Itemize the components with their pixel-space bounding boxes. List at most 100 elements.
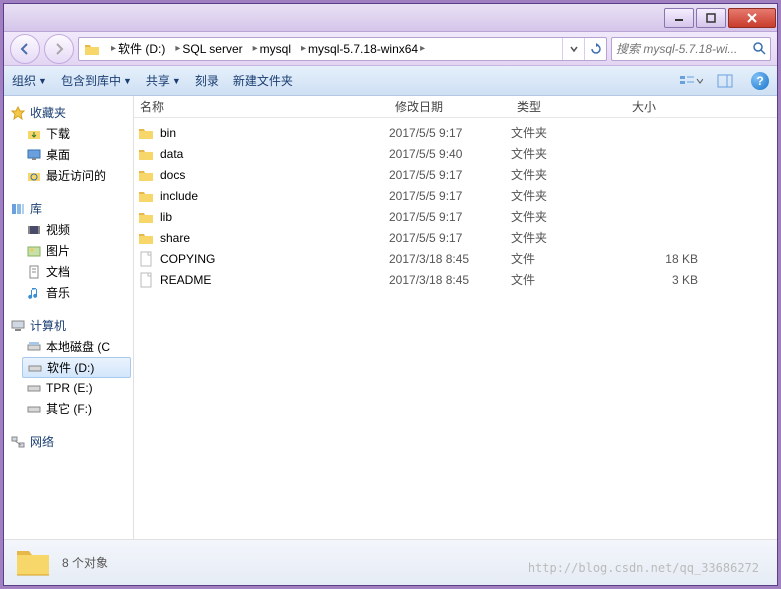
file-row[interactable]: bin2017/5/5 9:17文件夹 (134, 122, 777, 143)
address-bar-row: ▸软件 (D:) ▸SQL server ▸mysql ▸mysql-5.7.1… (4, 32, 777, 66)
file-date: 2017/5/5 9:40 (389, 147, 511, 161)
sidebar-item-documents[interactable]: 文档 (4, 261, 133, 282)
help-button[interactable]: ? (751, 72, 769, 90)
file-name: share (160, 231, 389, 245)
sidebar-item-music[interactable]: 音乐 (4, 282, 133, 303)
crumb-label: mysql (260, 42, 291, 56)
file-name: bin (160, 126, 389, 140)
column-header-size[interactable]: 大小 (626, 98, 716, 115)
file-type: 文件夹 (511, 187, 626, 204)
view-options-button[interactable] (679, 70, 703, 92)
search-box[interactable] (611, 37, 771, 61)
sidebar-item-videos[interactable]: 视频 (4, 219, 133, 240)
sidebar-item-recent[interactable]: 最近访问的 (4, 165, 133, 186)
maximize-button[interactable] (696, 8, 726, 28)
close-button[interactable] (728, 8, 776, 28)
file-date: 2017/3/18 8:45 (389, 252, 511, 266)
file-type: 文件夹 (511, 208, 626, 225)
drive-icon (26, 339, 42, 355)
share-button[interactable]: 共享 ▼ (146, 72, 181, 89)
recent-icon (26, 168, 42, 184)
file-type: 文件 (511, 250, 626, 267)
network-header[interactable]: 网络 (4, 431, 133, 452)
folder-icon (14, 545, 52, 581)
organize-button[interactable]: 组织 ▼ (12, 72, 47, 89)
pictures-icon (26, 243, 42, 259)
nav-forward-button[interactable] (44, 34, 74, 64)
sidebar-item-downloads[interactable]: 下载 (4, 123, 133, 144)
column-header-type[interactable]: 类型 (511, 98, 626, 115)
file-name: data (160, 147, 389, 161)
drive-icon (27, 360, 43, 376)
libraries-icon (10, 201, 26, 217)
file-list[interactable]: bin2017/5/5 9:17文件夹data2017/5/5 9:40文件夹d… (134, 118, 777, 539)
drive-icon (26, 401, 42, 417)
file-type: 文件夹 (511, 166, 626, 183)
status-text: 8 个对象 (62, 554, 108, 571)
file-row[interactable]: COPYING2017/3/18 8:45文件18 KB (134, 248, 777, 269)
sidebar-item-drive-c[interactable]: 本地磁盘 (C (4, 336, 133, 357)
file-name: docs (160, 168, 389, 182)
downloads-icon (26, 126, 42, 142)
file-type: 文件夹 (511, 124, 626, 141)
breadcrumb[interactable]: ▸SQL server (169, 38, 246, 60)
include-in-library-button[interactable]: 包含到库中 ▼ (61, 72, 132, 89)
status-bar: 8 个对象 (4, 539, 777, 585)
file-list-area: 名称 修改日期 类型 大小 bin2017/5/5 9:17文件夹data201… (134, 96, 777, 539)
folder-icon (138, 209, 154, 225)
breadcrumb[interactable]: ▸软件 (D:) (105, 38, 169, 60)
sidebar-item-drive-e[interactable]: TPR (E:) (4, 378, 133, 398)
star-icon (10, 105, 26, 121)
breadcrumb[interactable]: ▸mysql-5.7.18-winx64▸ (295, 38, 431, 60)
sidebar-item-drive-f[interactable]: 其它 (F:) (4, 398, 133, 419)
file-row[interactable]: include2017/5/5 9:17文件夹 (134, 185, 777, 206)
search-icon (752, 41, 766, 57)
new-folder-button[interactable]: 新建文件夹 (233, 72, 293, 89)
explorer-window: ▸软件 (D:) ▸SQL server ▸mysql ▸mysql-5.7.1… (3, 3, 778, 586)
address-bar[interactable]: ▸软件 (D:) ▸SQL server ▸mysql ▸mysql-5.7.1… (78, 37, 607, 61)
network-icon (10, 434, 26, 450)
file-size: 18 KB (626, 252, 716, 266)
file-row[interactable]: lib2017/5/5 9:17文件夹 (134, 206, 777, 227)
address-dropdown-button[interactable] (562, 38, 584, 60)
column-header-name[interactable]: 名称 (134, 98, 389, 115)
file-name: README (160, 273, 389, 287)
file-type: 文件夹 (511, 229, 626, 246)
preview-pane-button[interactable] (713, 70, 737, 92)
file-name: COPYING (160, 252, 389, 266)
libraries-header[interactable]: 库 (4, 198, 133, 219)
file-type: 文件 (511, 271, 626, 288)
file-row[interactable]: README2017/3/18 8:45文件3 KB (134, 269, 777, 290)
file-row[interactable]: docs2017/5/5 9:17文件夹 (134, 164, 777, 185)
titlebar (4, 4, 777, 32)
file-row[interactable]: data2017/5/5 9:40文件夹 (134, 143, 777, 164)
chevron-down-icon: ▼ (38, 76, 47, 86)
minimize-button[interactable] (664, 8, 694, 28)
file-date: 2017/5/5 9:17 (389, 210, 511, 224)
chevron-down-icon: ▼ (172, 76, 181, 86)
file-size: 3 KB (626, 273, 716, 287)
documents-icon (26, 264, 42, 280)
crumb-label: mysql-5.7.18-winx64 (308, 42, 418, 56)
crumb-label: 软件 (D:) (118, 40, 165, 57)
file-name: lib (160, 210, 389, 224)
favorites-header[interactable]: 收藏夹 (4, 102, 133, 123)
drive-icon (26, 380, 42, 396)
sidebar-item-desktop[interactable]: 桌面 (4, 144, 133, 165)
sidebar-item-pictures[interactable]: 图片 (4, 240, 133, 261)
sidebar-item-drive-d[interactable]: 软件 (D:) (22, 357, 131, 378)
computer-icon (10, 318, 26, 334)
file-icon (138, 251, 154, 267)
file-row[interactable]: share2017/5/5 9:17文件夹 (134, 227, 777, 248)
nav-back-button[interactable] (10, 34, 40, 64)
burn-button[interactable]: 刻录 (195, 72, 219, 89)
computer-header[interactable]: 计算机 (4, 315, 133, 336)
breadcrumb[interactable]: ▸mysql (247, 38, 295, 60)
column-header-date[interactable]: 修改日期 (389, 98, 511, 115)
folder-icon (83, 40, 101, 58)
folder-icon (138, 230, 154, 246)
navigation-pane[interactable]: 收藏夹 下载 桌面 最近访问的 库 视频 图片 文档 音乐 计算机 本地磁盘 (… (4, 96, 134, 539)
file-type: 文件夹 (511, 145, 626, 162)
search-input[interactable] (616, 42, 750, 56)
refresh-button[interactable] (584, 38, 606, 60)
